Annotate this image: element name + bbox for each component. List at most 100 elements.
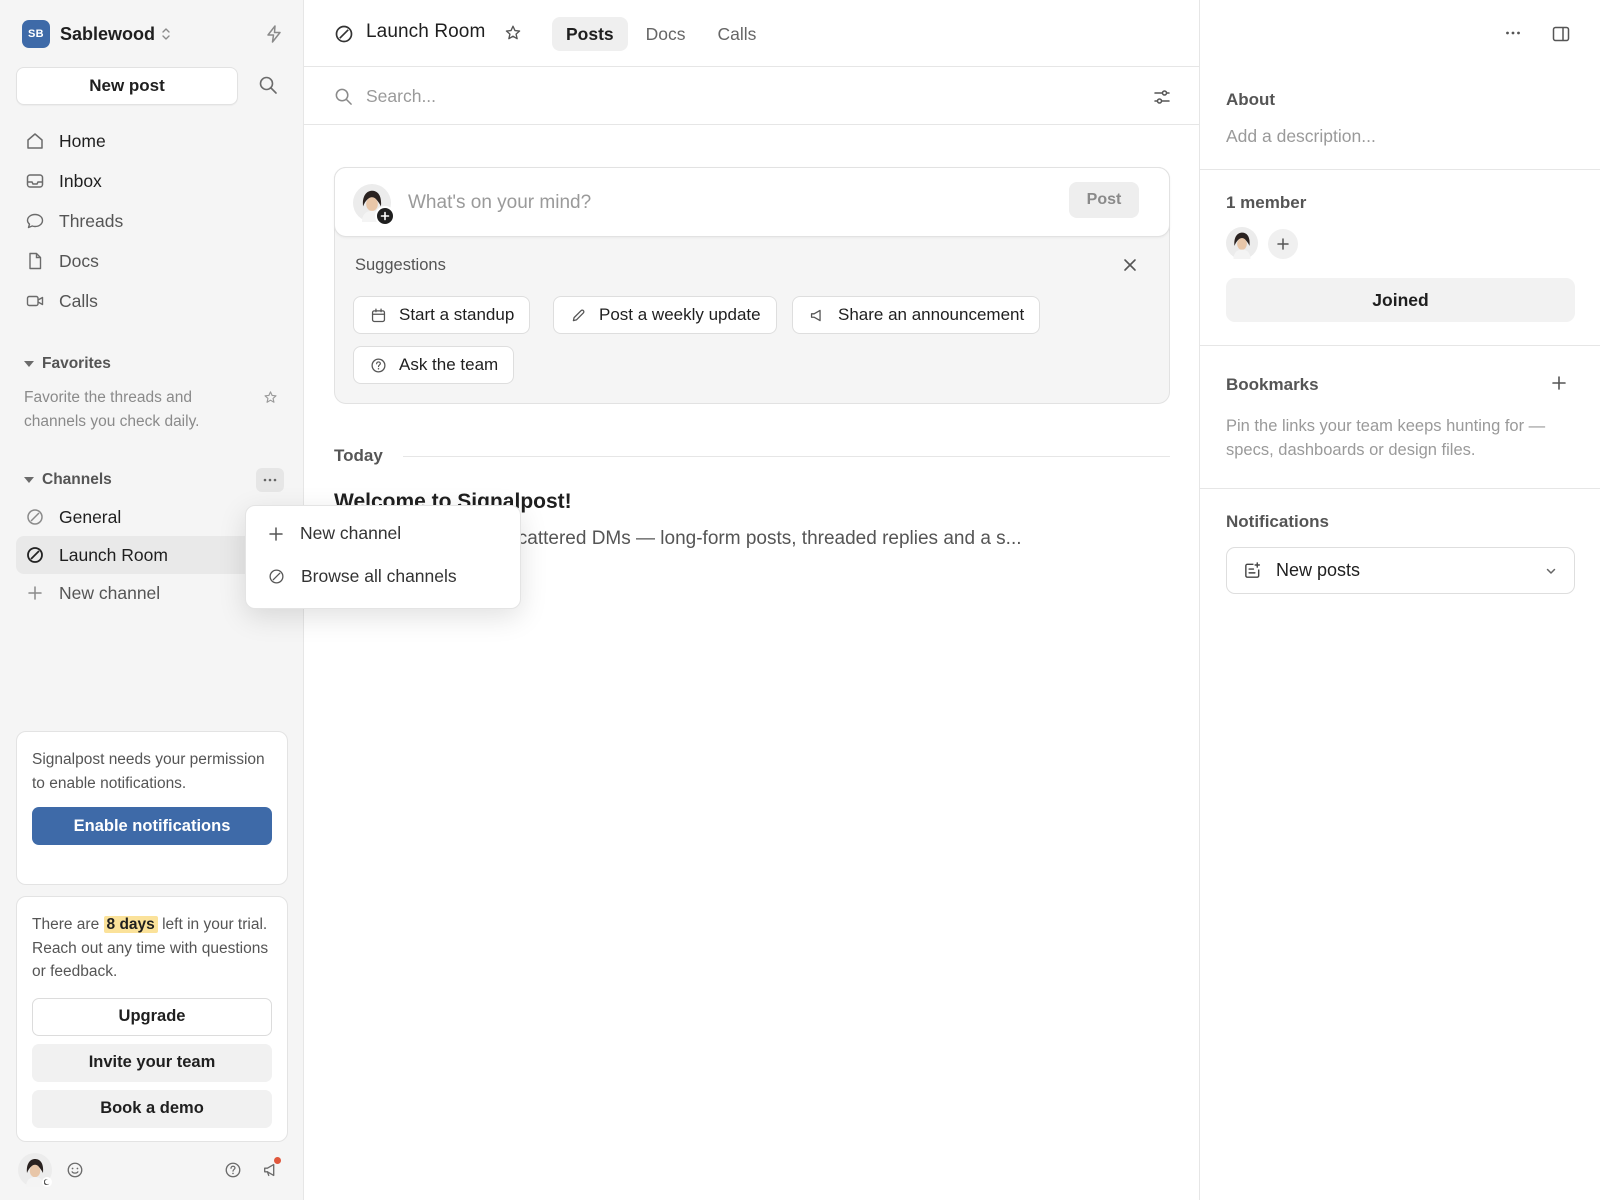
notifications-select[interactable]: New posts (1226, 547, 1575, 594)
favorites-heading: Favorites (42, 355, 111, 372)
doc-icon (25, 251, 45, 271)
add-bookmark-icon[interactable] (1550, 374, 1568, 392)
suggestion-share-announcement[interactable]: Share an announcement (792, 296, 1041, 334)
nav-item-calls[interactable]: Calls (16, 281, 286, 321)
megaphone-icon (809, 307, 826, 324)
close-icon[interactable] (1122, 257, 1138, 273)
channels-heading: Channels (42, 471, 112, 488)
channel-icon (25, 545, 45, 565)
suggestion-label: Start a standup (399, 305, 515, 324)
channel-item-label: New channel (59, 582, 161, 603)
sidebar-footer (18, 1152, 286, 1188)
channel-item-label: Launch Room (59, 544, 168, 565)
notification-permission-text: Signalpost needs your permission to enab… (32, 751, 265, 792)
pencil-icon (570, 307, 587, 324)
search-icon[interactable] (258, 75, 278, 95)
caret-down-icon (24, 477, 34, 483)
tab-docs[interactable]: Docs (632, 17, 700, 51)
video-icon (25, 291, 45, 311)
post-search-bar (304, 67, 1200, 125)
channels-dropdown-menu: New channel Browse all channels (245, 505, 521, 609)
search-input[interactable] (366, 81, 1066, 111)
favorite-star-icon[interactable] (504, 24, 522, 42)
suggestion-label: Share an announcement (838, 305, 1025, 324)
plus-icon (25, 583, 45, 603)
channel-icon (25, 507, 45, 527)
upgrade-button[interactable]: Upgrade (32, 997, 272, 1036)
favorites-section-toggle[interactable]: Favorites (24, 355, 284, 373)
new-post-button[interactable]: New post (16, 67, 238, 105)
composer-input[interactable] (408, 188, 1048, 218)
channel-details-panel: About Add a description... 1 member Join… (1200, 0, 1600, 1200)
channels-section-toggle[interactable]: Channels (24, 471, 284, 489)
notification-permission-card: Signalpost needs your permission to enab… (16, 731, 288, 885)
filter-sliders-icon[interactable] (1152, 87, 1172, 107)
help-icon[interactable] (224, 1161, 242, 1179)
chevron-down-icon (1544, 564, 1558, 578)
tab-posts[interactable]: Posts (552, 17, 628, 51)
post-button[interactable]: Post (1069, 182, 1139, 218)
add-attachment-icon[interactable] (375, 206, 395, 226)
ellipsis-icon (263, 478, 277, 482)
about-heading: About (1226, 90, 1276, 109)
unread-dot (274, 1157, 281, 1164)
bookmarks-heading: Bookmarks (1226, 375, 1319, 394)
bookmarks-hint: Pin the links your team keeps hunting fo… (1226, 417, 1546, 459)
add-description-field[interactable]: Add a description... (1226, 124, 1376, 149)
notifications-select-value: New posts (1276, 560, 1361, 580)
suggestion-weekly-update[interactable]: Post a weekly update (553, 296, 777, 334)
suggestion-label: Post a weekly update (599, 305, 761, 324)
announcements-icon[interactable] (262, 1157, 281, 1179)
star-icon (263, 390, 278, 405)
tab-calls[interactable]: Calls (704, 17, 771, 51)
bolt-icon[interactable] (264, 24, 284, 44)
trial-days-highlight: 8 days (103, 916, 158, 933)
suggestion-label: Ask the team (399, 355, 499, 374)
nav-item-label: Docs (59, 250, 99, 271)
joined-button[interactable]: Joined (1226, 278, 1575, 322)
calendar-icon (370, 307, 387, 324)
chevron-updown-icon (161, 27, 171, 41)
members-heading: 1 member (1226, 193, 1307, 212)
workspace-name: Sablewood (60, 23, 156, 44)
nav-item-label: Calls (59, 290, 98, 311)
channel-item-launch-room[interactable]: Launch Room (16, 536, 284, 574)
channel-icon (268, 568, 285, 585)
primary-nav: Home Inbox Threads Docs Calls (16, 121, 286, 321)
new-posts-icon (1243, 561, 1262, 580)
home-icon (25, 131, 45, 151)
nav-item-label: Threads (59, 210, 124, 231)
channel-item-new-channel[interactable]: New channel (16, 574, 284, 612)
inbox-icon (25, 171, 45, 191)
nav-item-threads[interactable]: Threads (16, 201, 286, 241)
post-composer: Post Suggestions Start a standup Post a … (334, 167, 1170, 404)
plus-icon (268, 526, 284, 542)
question-icon (370, 357, 387, 374)
suggestion-ask-team[interactable]: Ask the team (353, 346, 515, 384)
suggestions-label: Suggestions (355, 256, 446, 274)
nav-item-docs[interactable]: Docs (16, 241, 286, 281)
invite-team-button[interactable]: Invite your team (32, 1043, 272, 1082)
nav-item-inbox[interactable]: Inbox (16, 161, 286, 201)
menu-item-new-channel[interactable]: New channel (252, 512, 514, 555)
emoji-status-icon[interactable] (66, 1161, 84, 1179)
suggestion-start-standup[interactable]: Start a standup (353, 296, 531, 334)
presence-indicator (42, 1177, 52, 1187)
add-member-button[interactable] (1268, 229, 1298, 259)
nav-item-label: Home (59, 130, 106, 151)
user-avatar[interactable] (18, 1153, 52, 1187)
composer-input-row: Post (334, 167, 1170, 237)
workspace-switcher[interactable]: SB Sablewood (22, 19, 284, 49)
channel-item-general[interactable]: General (16, 498, 284, 536)
enable-notifications-button[interactable]: Enable notifications (32, 807, 272, 845)
menu-item-browse-channels[interactable]: Browse all channels (252, 555, 514, 598)
nav-item-home[interactable]: Home (16, 121, 286, 161)
plus-icon (1277, 238, 1289, 250)
book-demo-button[interactable]: Book a demo (32, 1089, 272, 1128)
channels-more-button[interactable] (256, 468, 284, 492)
menu-item-label: New channel (300, 523, 402, 543)
day-divider: Today (334, 446, 1170, 466)
member-avatar[interactable] (1226, 227, 1258, 259)
caret-down-icon (24, 361, 34, 367)
channel-icon (334, 24, 354, 44)
